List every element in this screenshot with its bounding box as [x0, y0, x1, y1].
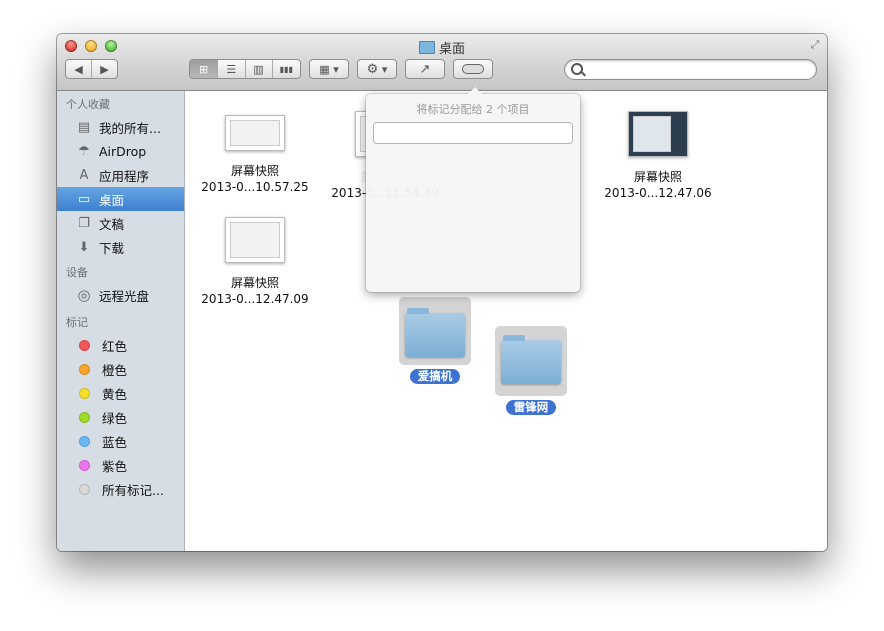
back-button[interactable]: ◀: [66, 60, 92, 78]
column-view-icon: ▥: [253, 62, 264, 76]
tag-popover: 将标记分配给 2 个项目: [366, 87, 580, 292]
red-tag-dot-icon: [79, 339, 90, 351]
sidebar-item-label: 紫色: [102, 458, 128, 474]
sidebar-tag-blue[interactable]: 蓝色: [57, 429, 184, 453]
folder-item[interactable]: 雷锋网: [495, 326, 567, 415]
downloads-icon: ⬇: [78, 239, 90, 255]
gear-icon: ⚙: [366, 61, 379, 77]
file-subname: 2013-0...12.47.09: [201, 292, 309, 306]
sidebar-item-label: 应用程序: [99, 168, 150, 184]
sidebar-tag-purple[interactable]: 紫色: [57, 453, 184, 477]
action-button[interactable]: ⚙ ▾: [357, 59, 397, 79]
sidebar-item-applications[interactable]: A 应用程序: [57, 163, 184, 187]
file-item[interactable]: 屏幕快照 2013-0...12.47.06: [598, 111, 718, 201]
sidebar-item-label: 蓝色: [102, 434, 128, 450]
file-subname: 2013-0...10.57.25: [201, 180, 309, 194]
green-tag-dot-icon: [79, 411, 90, 423]
screenshot-thumbnail: [225, 217, 285, 263]
window-title-text: 桌面: [438, 42, 465, 57]
sidebar-tag-orange[interactable]: 橙色: [57, 357, 184, 381]
back-icon: ◀: [74, 62, 83, 76]
folder-name: 爱搞机: [409, 369, 461, 384]
sidebar-item-documents[interactable]: ❐ 文稿: [57, 211, 184, 235]
folder-icon: [495, 326, 567, 396]
chevron-down-icon: ▾: [333, 62, 339, 76]
forward-icon: ▶: [100, 62, 109, 76]
sidebar-tag-red[interactable]: 红色: [57, 333, 184, 357]
window-title: 桌面: [57, 38, 827, 57]
purple-tag-dot-icon: [79, 459, 90, 471]
airdrop-icon: ☂: [78, 143, 90, 159]
list-view-button[interactable]: ☰: [218, 60, 246, 78]
sidebar-item-all-my-files[interactable]: ▤ 我的所有...: [57, 115, 184, 139]
folder-name: 雷锋网: [505, 400, 557, 415]
documents-icon: ❐: [78, 215, 90, 231]
column-view-button[interactable]: ▥: [246, 60, 273, 78]
chevron-down-icon: ▾: [381, 62, 388, 76]
sidebar-item-label: 下载: [99, 240, 125, 256]
all-tags-icon: [79, 483, 90, 495]
sidebar-item-label: 桌面: [99, 192, 125, 208]
sidebar-item-label: 橙色: [102, 362, 128, 378]
search-icon: [571, 63, 583, 75]
icon-view-button[interactable]: ⊞: [190, 60, 219, 78]
view-mode-control: ⊞ ☰ ▥ ▮▮▮: [189, 59, 301, 79]
sidebar-item-label: 绿色: [102, 410, 128, 426]
popover-title: 将标记分配给 2 个项目: [416, 103, 530, 116]
sidebar-item-desktop[interactable]: ▭ 桌面: [57, 187, 184, 211]
orange-tag-dot-icon: [79, 363, 90, 375]
yellow-tag-dot-icon: [79, 387, 90, 399]
sidebar-item-label: 远程光盘: [99, 288, 150, 304]
back-forward-control: ◀ ▶: [65, 59, 118, 79]
sidebar-item-label: 所有标记...: [102, 482, 164, 498]
applications-icon: A: [79, 167, 89, 183]
file-name: 屏幕快照: [230, 276, 279, 290]
sidebar-section-devices: 设备: [66, 266, 88, 279]
share-button[interactable]: ↗: [405, 59, 445, 79]
share-icon: ↗: [419, 61, 431, 77]
tag-button[interactable]: [453, 59, 493, 79]
file-item[interactable]: 屏幕快照 2013-0...12.47.09: [195, 217, 315, 307]
file-subname: 2013-0...12.47.06: [604, 186, 712, 200]
sidebar-item-airdrop[interactable]: ☂ AirDrop: [57, 139, 184, 163]
folder-icon: [399, 297, 471, 365]
icon-view-icon: ⊞: [199, 62, 209, 76]
file-name: 屏幕快照: [633, 170, 682, 184]
sidebar-item-remote-disc[interactable]: ◎ 远程光盘: [57, 283, 184, 307]
fullscreen-icon[interactable]: ⤢: [809, 39, 821, 51]
sidebar-item-label: AirDrop: [99, 143, 147, 159]
search-field[interactable]: [564, 59, 817, 80]
file-name: 屏幕快照: [230, 164, 279, 178]
tag-input[interactable]: [373, 122, 573, 144]
toolbar: 桌面 ⤢ ◀ ▶ ⊞ ☰ ▥ ▮▮▮ ▦ ▾ ⚙ ▾ ↗: [57, 34, 827, 91]
sidebar-tag-yellow[interactable]: 黄色: [57, 381, 184, 405]
blue-tag-dot-icon: [79, 435, 90, 447]
all-files-icon: ▤: [77, 119, 91, 135]
sidebar-section-tags: 标记: [66, 316, 88, 329]
sidebar-tag-green[interactable]: 绿色: [57, 405, 184, 429]
sidebar-item-label: 黄色: [102, 386, 128, 402]
sidebar-tag-all[interactable]: 所有标记...: [57, 477, 184, 501]
sidebar-item-label: 文稿: [99, 216, 125, 232]
sidebar-item-label: 红色: [102, 338, 128, 354]
search-input[interactable]: [585, 62, 814, 79]
screenshot-thumbnail: [225, 115, 285, 151]
folder-item[interactable]: 爱搞机: [399, 297, 471, 384]
tag-pill-icon: [462, 64, 484, 74]
folder-icon: [418, 41, 435, 54]
sidebar-item-label: 我的所有...: [99, 120, 161, 136]
forward-button[interactable]: ▶: [92, 60, 117, 78]
desktop-icon: ▭: [77, 191, 91, 207]
list-view-icon: ☰: [226, 62, 237, 76]
coverflow-view-icon: ▮▮▮: [279, 64, 293, 74]
coverflow-view-button[interactable]: ▮▮▮: [273, 60, 300, 78]
screenshot-thumbnail: [628, 111, 688, 157]
remote-disc-icon: ◎: [77, 286, 91, 304]
sidebar-item-downloads[interactable]: ⬇ 下载: [57, 235, 184, 259]
arrange-icon: ▦: [319, 62, 330, 76]
arrange-button[interactable]: ▦ ▾: [309, 59, 349, 79]
sidebar: 个人收藏 ▤ 我的所有... ☂ AirDrop A 应用程序 ▭ 桌面 ❐ 文稿 ⬇ 下载…: [57, 91, 185, 551]
file-item[interactable]: 屏幕快照 2013-0...10.57.25: [195, 115, 315, 195]
sidebar-section-favorites: 个人收藏: [66, 98, 110, 111]
